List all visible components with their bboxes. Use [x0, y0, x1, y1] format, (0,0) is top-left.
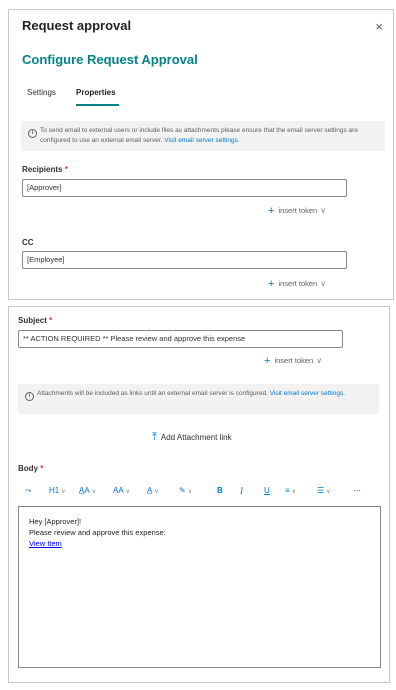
- add-attachment-link-button[interactable]: ⤒ Add Attachment link: [152, 431, 232, 444]
- align-dropdown[interactable]: ≡ ∨: [285, 484, 296, 498]
- list-dropdown[interactable]: ☰ ∨: [317, 484, 331, 498]
- formatting-toolbar: ⤳ H1 ∨ A̲A ∨ AA ∨ A̲ ∨ ✎ ∨ B I U ≡ ∨ ☰ ∨ ···: [19, 484, 369, 500]
- subject-input[interactable]: ** ACTION REQUIRED ** Please review and …: [18, 330, 343, 348]
- visit-email-settings-link[interactable]: Visit email server settings.: [270, 390, 345, 397]
- insert-token-label: insert token: [274, 356, 314, 365]
- chevron-down-icon: ∨: [187, 489, 193, 495]
- info-banner-text: To send email to external users or inclu…: [40, 126, 379, 146]
- more-options-icon[interactable]: ···: [353, 484, 361, 498]
- info-icon: i: [25, 392, 34, 401]
- clear-format-icon[interactable]: ⤳: [25, 484, 31, 498]
- request-approval-panel: Request approval × Configure Request App…: [8, 9, 394, 300]
- chevron-down-icon: ∨: [125, 489, 131, 495]
- attachments-text: Attachments will be included as links un…: [37, 390, 268, 397]
- font-size-dropdown[interactable]: A̲A ∨: [79, 484, 96, 498]
- view-item-link[interactable]: View Item: [29, 539, 62, 548]
- text-case-dropdown[interactable]: AA ∨: [113, 484, 130, 498]
- italic-button[interactable]: I: [240, 484, 243, 498]
- heading-label: H1: [49, 486, 60, 495]
- visit-email-settings-link[interactable]: Visit email server settings.: [164, 137, 239, 144]
- highlight-dropdown[interactable]: ✎ ∨: [179, 484, 192, 498]
- highlight-icon: ✎: [179, 486, 186, 495]
- body-line-greeting: Hey [Approver]!: [29, 517, 82, 526]
- required-mark: *: [64, 165, 68, 174]
- cc-label: CC: [22, 238, 34, 247]
- attachments-info-text: Attachments will be included as links un…: [37, 389, 373, 399]
- active-tab-indicator: [76, 104, 119, 106]
- text-case-icon: AA: [113, 486, 124, 495]
- plus-icon: +: [268, 205, 275, 217]
- text-color-icon: A̲: [147, 486, 153, 495]
- chevron-down-icon: ∨: [154, 489, 159, 495]
- subject-label: Subject *: [18, 316, 52, 325]
- body-label-text: Body: [18, 464, 38, 473]
- add-attachment-label: Add Attachment link: [160, 433, 232, 442]
- required-mark: *: [49, 316, 53, 325]
- subject-label-text: Subject: [18, 316, 47, 325]
- upload-arrow-icon: ⤒: [152, 431, 157, 443]
- bold-button[interactable]: B: [217, 484, 223, 498]
- chevron-down-icon: ∨: [91, 489, 97, 495]
- recipients-input[interactable]: [Approver]: [22, 179, 347, 197]
- cc-input[interactable]: [Employee]: [22, 251, 347, 269]
- recipients-label: Recipients *: [22, 165, 68, 174]
- heading-dropdown[interactable]: H1 ∨: [49, 484, 66, 498]
- chevron-down-icon: ∨: [320, 206, 327, 215]
- insert-token-recipients[interactable]: + insert token ∨: [268, 205, 326, 217]
- recipients-label-text: Recipients: [22, 165, 63, 174]
- chevron-down-icon: ∨: [61, 489, 66, 495]
- list-icon: ☰: [317, 486, 325, 495]
- body-label: Body *: [18, 464, 43, 473]
- body-line-request: Please review and approve this expense:: [29, 528, 166, 537]
- text-color-dropdown[interactable]: A̲ ∨: [147, 484, 159, 498]
- configure-heading: Configure Request Approval: [22, 52, 198, 67]
- align-icon: ≡: [285, 486, 290, 495]
- email-server-info-banner: i To send email to external users or inc…: [21, 121, 385, 151]
- attachments-info-banner: i Attachments will be included as links …: [18, 384, 379, 414]
- chevron-down-icon: ∨: [326, 489, 331, 495]
- font-size-icon: A̲A: [79, 486, 90, 495]
- chevron-down-icon: ∨: [320, 279, 327, 288]
- chevron-down-icon: ∨: [316, 356, 323, 365]
- panel-title: Request approval: [22, 18, 132, 33]
- body-editor[interactable]: Hey [Approver]! Please review and approv…: [18, 506, 381, 668]
- insert-token-label: insert token: [278, 279, 318, 288]
- tab-settings[interactable]: Settings: [27, 88, 56, 97]
- close-icon[interactable]: ×: [375, 19, 383, 34]
- underline-button[interactable]: U: [264, 484, 270, 498]
- insert-token-cc[interactable]: + insert token ∨: [268, 278, 326, 290]
- email-content-panel: Subject * ** ACTION REQUIRED ** Please r…: [8, 306, 390, 683]
- insert-token-label: insert token: [278, 206, 318, 215]
- required-mark: *: [40, 464, 44, 473]
- plus-icon: +: [264, 355, 271, 367]
- chevron-down-icon: ∨: [291, 489, 297, 495]
- insert-token-subject[interactable]: + insert token ∨: [264, 355, 322, 367]
- info-icon: i: [28, 129, 37, 138]
- plus-icon: +: [268, 278, 275, 290]
- tab-properties[interactable]: Properties: [76, 88, 116, 97]
